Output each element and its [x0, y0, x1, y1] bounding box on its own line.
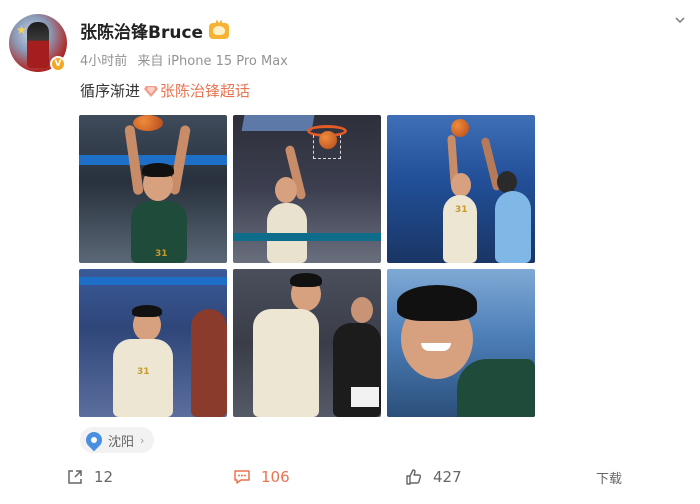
star-icon: ★	[16, 23, 27, 37]
jersey-number: 31	[137, 367, 150, 377]
post-meta: 4小时前 来自 iPhone 15 Pro Max	[80, 50, 288, 69]
thumbs-up-icon	[406, 469, 422, 485]
player-hair	[142, 163, 174, 177]
player-hair	[290, 273, 322, 287]
defender-jersey	[495, 191, 531, 263]
jersey-number: 31	[155, 249, 168, 259]
clipboard	[351, 387, 379, 407]
comment-count: 106	[261, 468, 290, 486]
post-source: 来自 iPhone 15 Pro Max	[137, 54, 288, 69]
photo-6[interactable]	[387, 269, 535, 417]
player-jersey	[253, 309, 319, 417]
image-grid: 31 31 31	[79, 115, 535, 417]
player-head	[451, 173, 471, 197]
location-name: 沈阳	[108, 434, 135, 450]
player-head	[275, 177, 297, 203]
user-name[interactable]: 张陈治锋Bruce	[80, 18, 203, 43]
player-jersey	[457, 359, 535, 417]
share-count: 12	[94, 468, 114, 486]
comment-button[interactable]: 106	[233, 462, 290, 492]
backboard	[241, 115, 315, 131]
download-button[interactable]: 下载	[596, 462, 622, 492]
diamond-heart-icon	[144, 85, 159, 97]
basketball	[451, 119, 469, 137]
like-button[interactable]: 427	[405, 462, 462, 492]
avatar-figure	[27, 22, 49, 68]
coach-head	[351, 297, 373, 323]
topic-link[interactable]: 张陈治锋超话	[160, 80, 250, 101]
chevron-down-icon[interactable]	[674, 14, 686, 26]
photo-5[interactable]	[233, 269, 381, 417]
photo-3[interactable]: 31	[387, 115, 535, 263]
player-hair	[132, 305, 162, 317]
share-icon	[68, 470, 82, 484]
basketball	[133, 115, 163, 131]
smile	[421, 343, 451, 351]
photo-1[interactable]: 31	[79, 115, 227, 263]
user-name-row: 张陈治锋Bruce	[80, 18, 230, 43]
opponent-player	[191, 309, 227, 417]
post-time: 4小时前	[80, 54, 128, 69]
photo-4[interactable]: 31	[79, 269, 227, 417]
location-tag[interactable]: 沈阳 ›	[80, 427, 155, 453]
verified-badge-icon: V	[50, 56, 66, 72]
download-label: 下载	[596, 471, 623, 487]
photo-2[interactable]	[233, 115, 381, 263]
like-count: 427	[433, 468, 462, 486]
arena-banner	[79, 277, 227, 285]
player-hair	[397, 285, 477, 321]
comment-icon	[234, 470, 250, 484]
jersey-number: 31	[455, 205, 468, 215]
location-pin-icon	[82, 428, 106, 452]
action-bar: 12 106 427 下载	[0, 462, 700, 492]
post-body-text: 循序渐进	[80, 82, 141, 100]
player-jersey	[113, 339, 173, 417]
chevron-right-icon: ›	[140, 433, 145, 447]
basketball	[319, 131, 337, 149]
defender-head	[497, 171, 517, 193]
vip-crown-icon[interactable]	[209, 22, 230, 39]
arena-banner	[233, 233, 381, 241]
post-text: 循序渐进 张陈治锋超话	[80, 80, 250, 101]
share-button[interactable]: 12	[66, 462, 113, 492]
